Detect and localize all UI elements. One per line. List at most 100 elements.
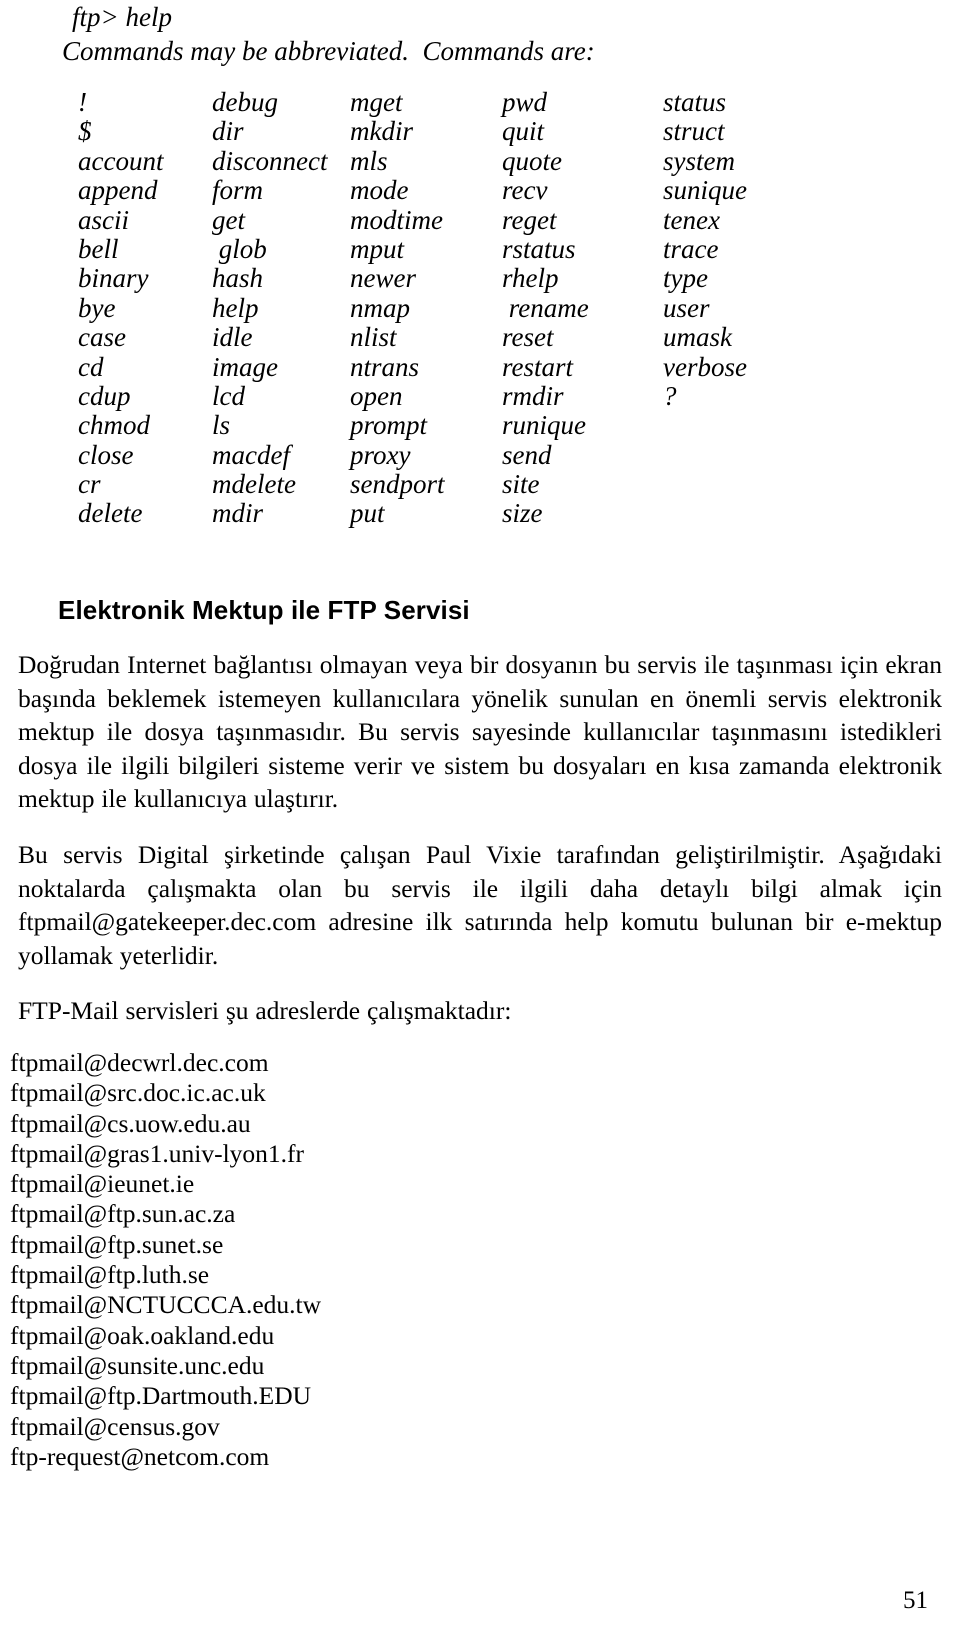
command-name: form — [212, 175, 264, 206]
command-name: send — [502, 439, 552, 470]
command-name: user — [663, 292, 710, 323]
list-item: ftpmail@oak.oakland.edu — [10, 1320, 275, 1350]
command-name: $ — [78, 116, 92, 147]
command-name: mget — [350, 87, 403, 117]
command-name: nmap — [350, 292, 410, 323]
command-name: bell — [78, 233, 119, 264]
command-name: recv — [502, 175, 548, 206]
command-name: proxy — [350, 439, 411, 470]
command-name: hash — [212, 263, 264, 294]
list-item: ftpmail@gras1.univ-lyon1.fr — [10, 1138, 305, 1168]
ftp-info-line: Commands may be abbreviated. Commands ar… — [62, 36, 595, 66]
command-row: binary hash newer rhelp type — [0, 263, 960, 294]
command-name: status — [663, 87, 727, 117]
command-row: close macdef proxy send — [0, 439, 960, 470]
command-name: help — [212, 292, 259, 323]
command-name: image — [212, 351, 278, 382]
command-name: get — [212, 204, 245, 235]
command-row: bell glob mput rstatus trace — [0, 233, 960, 264]
list-item: ftpmail@src.doc.ic.ac.uk — [10, 1078, 266, 1108]
list-item: ftpmail@ftp.sun.ac.za — [10, 1199, 236, 1229]
command-name: pwd — [502, 87, 548, 117]
command-name: glob — [212, 233, 267, 264]
command-name: account — [78, 145, 164, 176]
command-name: append — [78, 175, 158, 206]
command-name: modtime — [350, 204, 443, 235]
command-name: mode — [350, 175, 409, 206]
command-name: sunique — [663, 175, 747, 206]
list-item: ftpmail@ftp.sunet.se — [10, 1229, 224, 1259]
page-number: 51 — [903, 1587, 928, 1614]
ftp-prompt-line: ftp> help — [72, 2, 172, 32]
section-heading: Elektronik Mektup ile FTP Servisi — [58, 595, 470, 625]
command-row: account disconnect mls quote system — [0, 145, 960, 176]
command-name: ntrans — [350, 351, 420, 382]
command-row: $ dir mkdir quit struct — [0, 116, 960, 147]
command-name: bye — [78, 292, 116, 323]
command-name: size — [502, 498, 543, 529]
command-name: mdelete — [212, 469, 296, 500]
document-page: ftp> help Commands may be abbreviated. C… — [0, 0, 960, 1633]
command-name: type — [663, 263, 708, 294]
command-name: mls — [350, 145, 388, 176]
section-body: Doğrudan Internet bağlantısı olmayan vey… — [18, 648, 942, 1050]
command-name: nlist — [350, 322, 397, 353]
command-row: ! debug mget pwd status — [0, 87, 960, 117]
command-name: delete — [78, 498, 143, 529]
command-name: ! — [78, 87, 87, 117]
command-name: tenex — [663, 204, 720, 235]
list-item: ftpmail@census.gov — [10, 1411, 220, 1441]
command-name: cr — [78, 469, 101, 500]
command-name: runique — [502, 410, 586, 441]
command-name: reset — [502, 322, 554, 353]
command-row: ascii get modtime reget tenex — [0, 204, 960, 235]
command-name: idle — [212, 322, 253, 353]
ftpmail-address-list: ftpmail@decwrl.dec.com ftpmail@src.doc.i… — [10, 1048, 510, 1472]
command-name: ascii — [78, 204, 129, 235]
list-item: ftpmail@ftp.luth.se — [10, 1260, 210, 1290]
list-item: ftpmail@ftp.Dartmouth.EDU — [10, 1381, 312, 1411]
command-row: cd image ntrans restart verbose — [0, 351, 960, 382]
command-name: quote — [502, 145, 562, 176]
command-name: sendport — [350, 469, 445, 500]
command-row: case idle nlist reset umask — [0, 322, 960, 353]
paragraph: FTP-Mail servisleri şu adreslerde çalışm… — [18, 996, 512, 1026]
command-name: dir — [212, 116, 244, 147]
command-name: verbose — [663, 351, 747, 382]
command-name: rhelp — [502, 263, 559, 294]
command-name: binary — [78, 263, 149, 294]
command-name: site — [502, 469, 540, 500]
command-name: struct — [663, 116, 725, 147]
command-name: quit — [502, 116, 545, 147]
command-name: mkdir — [350, 116, 413, 147]
command-name: cd — [78, 351, 104, 382]
command-name: rmdir — [502, 380, 564, 411]
command-name: mdir — [212, 498, 264, 529]
command-name: ls — [212, 410, 231, 441]
list-item: ftpmail@NCTUCCCA.edu.tw — [10, 1290, 322, 1320]
command-row: cr mdelete sendport site — [0, 469, 960, 500]
command-name: cdup — [78, 380, 131, 411]
command-name: ? — [663, 380, 677, 411]
command-row: cdup lcd open rmdir ? — [0, 380, 960, 411]
paragraph: Bu servis Digital şirketinde çalışan Pau… — [18, 839, 942, 970]
command-name: disconnect — [212, 145, 328, 176]
command-name: umask — [663, 322, 732, 353]
command-name: rename — [502, 292, 589, 323]
command-name: lcd — [212, 380, 245, 411]
command-name: newer — [350, 263, 416, 294]
command-name: restart — [502, 351, 574, 382]
ftp-command-grid: ! debug mget pwd status $ dir mkdir quit… — [0, 87, 960, 529]
list-item: ftpmail@decwrl.dec.com — [10, 1048, 269, 1077]
command-row: delete mdir put size — [0, 498, 960, 529]
command-name: open — [350, 380, 403, 411]
command-name: trace — [663, 233, 719, 264]
list-item: ftpmail@cs.uow.edu.au — [10, 1108, 251, 1138]
command-name: put — [350, 498, 385, 529]
command-row: bye help nmap rename user — [0, 292, 960, 323]
command-row: chmod ls prompt runique — [0, 410, 960, 441]
list-item: ftpmail@sunsite.unc.edu — [10, 1350, 265, 1380]
command-name: mput — [350, 233, 404, 264]
command-name: macdef — [212, 439, 290, 470]
paragraph: Doğrudan Internet bağlantısı olmayan vey… — [18, 650, 942, 814]
